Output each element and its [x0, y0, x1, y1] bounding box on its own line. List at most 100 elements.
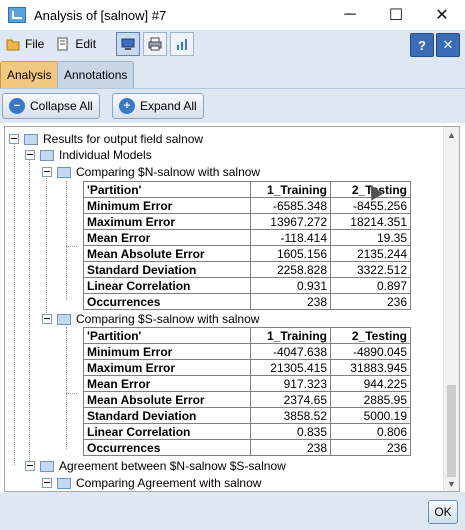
table-row: Standard Deviation 3858.52 5000.19 — [83, 407, 411, 424]
header-partition: 'Partition' — [83, 181, 251, 198]
row-label: Minimum Error — [83, 197, 251, 214]
collapse-all-button[interactable]: − Collapse All — [2, 93, 100, 119]
collapse-toggle-icon[interactable] — [42, 167, 52, 177]
testing-value: 2885.95 — [330, 391, 411, 408]
training-value: 238 — [250, 293, 331, 310]
folder-icon — [24, 133, 38, 145]
testing-value: 18214.351 — [330, 213, 411, 230]
testing-value: 236 — [330, 439, 411, 456]
comparison-table-n: 'Partition' 1_Training 2_Testing Minimum… — [83, 181, 411, 310]
collapse-toggle-icon[interactable] — [9, 134, 19, 144]
file-menu-label: File — [25, 37, 45, 51]
maximize-button[interactable]: ☐ — [373, 0, 419, 30]
tab-annotations[interactable]: Annotations — [57, 61, 135, 88]
header-partition: 'Partition' — [83, 327, 251, 344]
tree-node-label: Individual Models — [59, 148, 152, 162]
scroll-thumb[interactable] — [447, 385, 456, 477]
row-label: Occurrences — [83, 293, 251, 310]
testing-value: 944.225 — [330, 375, 411, 392]
collapse-toggle-icon[interactable] — [25, 461, 35, 471]
training-value: 0.931 — [250, 277, 331, 294]
table-row: Mean Absolute Error 1605.156 2135.244 — [83, 245, 411, 262]
tree-node-comparison-s[interactable]: Comparing $S-salnow with salnow — [42, 311, 259, 327]
file-menu[interactable]: File — [0, 33, 50, 55]
testing-value: 0.897 — [330, 277, 411, 294]
expand-icon: + — [119, 98, 135, 114]
table-row: Mean Error 917.323 944.225 — [83, 375, 411, 392]
view-output-button[interactable] — [116, 32, 141, 56]
expand-all-button[interactable]: + Expand All — [112, 93, 204, 119]
scroll-down-icon[interactable]: ▼ — [444, 476, 459, 491]
training-value: 2258.828 — [250, 261, 331, 278]
tree-node-label: Results for output field salnow — [43, 132, 204, 146]
tab-bar: Analysis Annotations — [0, 58, 465, 89]
tree-line — [66, 246, 77, 247]
tree-line — [66, 181, 67, 300]
close-window-button[interactable]: ✕ — [419, 0, 465, 30]
tree-node-results[interactable]: Results for output field salnow — [9, 131, 203, 147]
action-bar: − Collapse All + Expand All — [0, 89, 465, 123]
testing-value: 5000.19 — [330, 407, 411, 424]
testing-value: 0.806 — [330, 423, 411, 440]
title-bar: Analysis of [salnow] #7 ─ ☐ ✕ — [0, 0, 465, 31]
tree-node-label: Comparing $S-salnow with salnow — [76, 312, 260, 326]
edit-menu-label: Edit — [75, 37, 97, 51]
tree-line — [66, 327, 67, 449]
row-label: Mean Absolute Error — [83, 391, 251, 408]
results-panel: Results for output field salnow Individu… — [4, 126, 460, 492]
tree-node-comparison-n[interactable]: Comparing $N-salnow with salnow — [42, 164, 260, 180]
comparison-table-s: 'Partition' 1_Training 2_Testing Minimum… — [83, 327, 411, 456]
tree-line — [46, 175, 47, 321]
collapse-toggle-icon[interactable] — [42, 478, 52, 488]
training-value: -118.414 — [250, 229, 331, 246]
training-value: 917.323 — [250, 375, 331, 392]
ok-button[interactable]: OK — [428, 500, 458, 524]
header-training: 1_Training — [250, 181, 331, 198]
tree-node-individual-models[interactable]: Individual Models — [25, 147, 152, 163]
header-testing: 2_Testing — [330, 327, 411, 344]
table-row: Mean Absolute Error 2374.65 2885.95 — [83, 391, 411, 408]
collapse-toggle-icon[interactable] — [25, 150, 35, 160]
testing-value: 3322.512 — [330, 261, 411, 278]
table-row: Minimum Error -4047.638 -4890.045 — [83, 343, 411, 360]
row-label: Standard Deviation — [83, 407, 251, 424]
monitor-icon — [121, 38, 135, 50]
chart-button[interactable] — [170, 32, 195, 56]
footer-bar: OK — [0, 492, 465, 530]
close-output-button[interactable]: ✕ — [436, 33, 460, 57]
table-row: Maximum Error 21305.415 31883.945 — [83, 359, 411, 376]
collapse-all-label: Collapse All — [30, 99, 93, 113]
training-value: 13967.272 — [250, 213, 331, 230]
minimize-button[interactable]: ─ — [327, 0, 373, 30]
training-value: 3858.52 — [250, 407, 331, 424]
table-header-row: 'Partition' 1_Training 2_Testing — [83, 327, 411, 344]
tab-analysis[interactable]: Analysis — [0, 61, 59, 88]
row-label: Mean Error — [83, 229, 251, 246]
tree-line — [14, 143, 15, 465]
header-training: 1_Training — [250, 327, 331, 344]
scroll-up-icon[interactable]: ▲ — [444, 127, 459, 142]
collapse-toggle-icon[interactable] — [42, 314, 52, 324]
help-button[interactable]: ? — [410, 33, 434, 57]
folder-icon — [40, 460, 54, 472]
tree-node-label: Agreement between $N-salnow $S-salnow — [59, 459, 286, 473]
tree-node-agreement[interactable]: Agreement between $N-salnow $S-salnow — [25, 458, 286, 474]
training-value: 0.835 — [250, 423, 331, 440]
row-label: Mean Absolute Error — [83, 245, 251, 262]
row-label: Standard Deviation — [83, 261, 251, 278]
chart-icon — [177, 39, 188, 50]
training-value: 238 — [250, 439, 331, 456]
table-row: Occurrences 238 236 — [83, 439, 411, 456]
training-value: 1605.156 — [250, 245, 331, 262]
folder-icon — [57, 166, 71, 178]
expand-all-label: Expand All — [140, 99, 197, 113]
print-button[interactable] — [143, 32, 168, 56]
training-value: -6585.348 — [250, 197, 331, 214]
table-header-row: 'Partition' 1_Training 2_Testing — [83, 181, 411, 198]
edit-menu[interactable]: Edit — [50, 33, 102, 55]
vertical-scrollbar[interactable]: ▲ ▼ — [443, 127, 459, 491]
training-value: 2374.65 — [250, 391, 331, 408]
training-value: 21305.415 — [250, 359, 331, 376]
tree-node-comparing-agreement[interactable]: Comparing Agreement with salnow — [42, 475, 261, 491]
folder-icon — [57, 313, 71, 325]
